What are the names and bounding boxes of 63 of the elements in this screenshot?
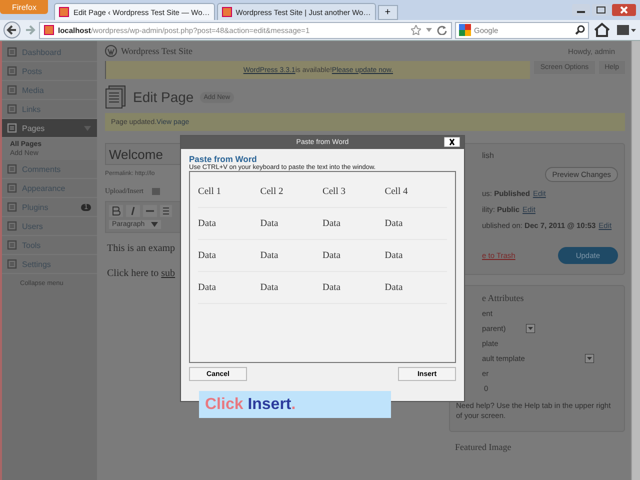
strikethrough-icon[interactable] [143, 205, 157, 217]
document-icon [7, 202, 17, 212]
dropdown-icon[interactable] [425, 26, 433, 34]
document-icon [7, 66, 17, 76]
reload-icon[interactable] [437, 25, 447, 35]
document-icon [7, 85, 17, 95]
table-cell-text: Cell 1 [198, 186, 222, 196]
page-icon [105, 85, 127, 109]
panel-title[interactable]: Featured Image [449, 442, 625, 452]
table-cell-text: Data [384, 282, 404, 292]
table-cell-text: Data [198, 250, 217, 260]
dropdown-icon [526, 324, 535, 333]
table-cell-text: Data [322, 250, 342, 260]
new-tab-button[interactable]: + [378, 5, 398, 20]
star-icon[interactable] [411, 25, 421, 35]
table-cell-text: Data [198, 282, 217, 292]
caret-icon [150, 222, 158, 227]
document-icon [7, 183, 17, 193]
list-icon[interactable] [160, 205, 172, 217]
firefox-menu-button[interactable]: Firefox [0, 0, 48, 14]
content-text: This is an examp [107, 243, 176, 254]
table-cell-text: Cell 4 [384, 186, 409, 196]
google-icon [459, 24, 471, 36]
document-icon [7, 221, 17, 231]
content-text: Click here to [107, 268, 160, 279]
content-link[interactable]: sub [161, 268, 176, 279]
document-icon [7, 104, 17, 114]
document-icon [7, 259, 17, 269]
callout-text: Click Insert. [199, 391, 391, 418]
dialog-heading: Paste from Word [189, 154, 258, 164]
sidebar-item[interactable]: Pages [2, 119, 97, 138]
table-cell-text: Cell 3 [322, 186, 346, 196]
paste-area[interactable]: Cell 1 Cell 2 Cell 3 Cell 4 Data Data Data Data Data Data Data Data Data Data Data Data [189, 171, 456, 363]
wordpress-logo-icon [105, 45, 117, 57]
table-cell-text: Data [322, 282, 342, 292]
dropdown-icon [584, 354, 594, 363]
table-cell-text: Data [260, 250, 280, 260]
close-icon[interactable] [444, 137, 460, 147]
favicon-icon [44, 25, 54, 35]
bold-icon[interactable] [109, 205, 123, 217]
search-icon[interactable] [575, 25, 585, 35]
back-icon[interactable] [3, 21, 21, 39]
favicon-icon [59, 7, 70, 17]
document-icon [7, 47, 17, 57]
minimize-icon[interactable] [572, 4, 590, 16]
table-cell-text: Data [384, 218, 404, 228]
table-cell-text: Data [260, 218, 280, 228]
table-cell-text: Data [260, 282, 280, 292]
document-icon [7, 164, 17, 174]
document-icon [7, 240, 17, 250]
table-cell-text: Data [322, 218, 342, 228]
restore-icon[interactable] [592, 4, 610, 16]
italic-icon[interactable] [126, 205, 140, 217]
favicon-icon [222, 7, 232, 17]
table-cell-text: Data [384, 250, 404, 260]
table-cell-text: Data [198, 218, 217, 228]
home-icon[interactable] [592, 21, 612, 39]
table-cell-text: Cell 2 [260, 186, 284, 196]
site-title[interactable]: Wordpress Test Site [121, 46, 192, 56]
caret-icon [84, 126, 91, 130]
page-heading: Edit Page [133, 89, 194, 105]
scrollbar[interactable] [631, 41, 640, 480]
document-icon [7, 123, 17, 133]
